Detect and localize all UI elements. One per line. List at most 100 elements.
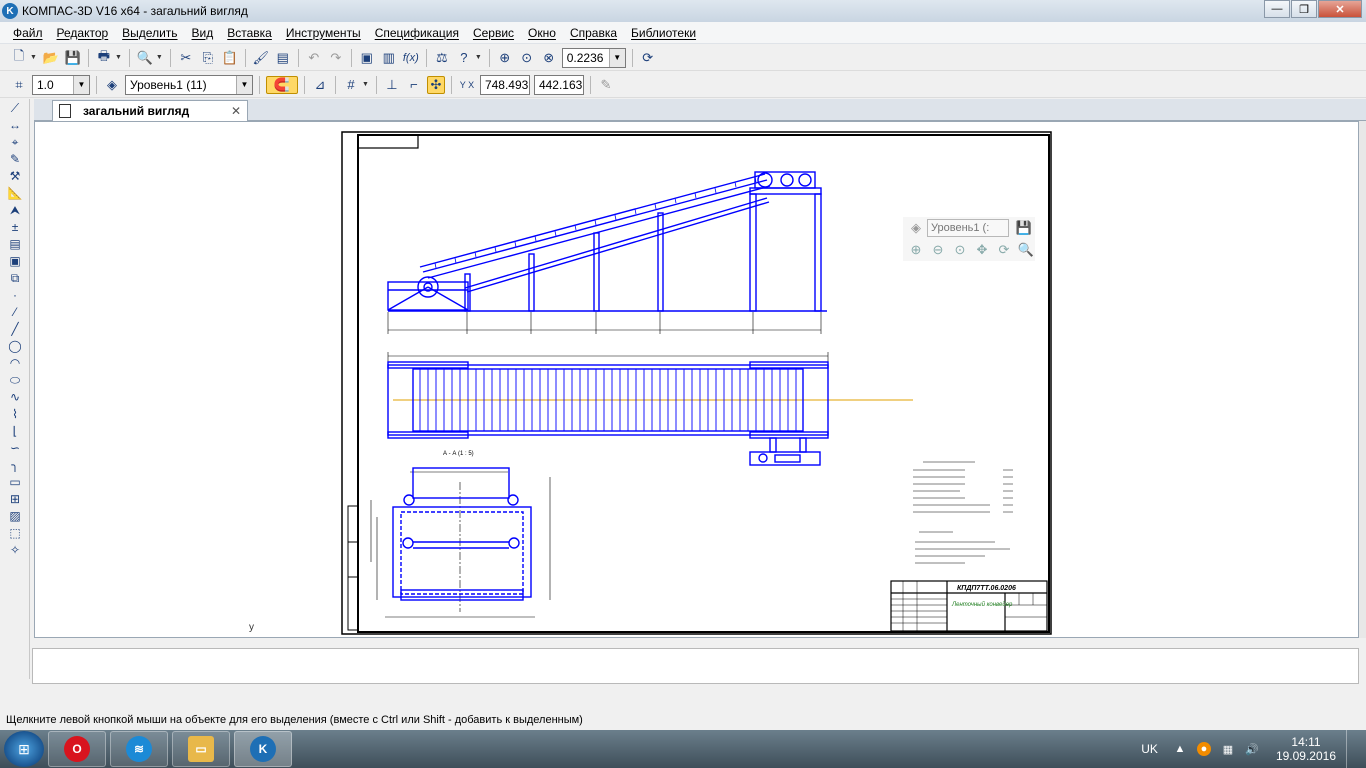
antivirus-icon[interactable]: ●	[1196, 742, 1211, 756]
grid-icon[interactable]: #	[342, 76, 360, 94]
library-icon[interactable]: ▥	[380, 49, 398, 67]
volume-icon[interactable]: 🔊	[1245, 742, 1259, 756]
local-cs-icon[interactable]: ⊿	[311, 76, 329, 94]
refresh-view-icon[interactable]: ⟳	[639, 49, 657, 67]
menu-select[interactable]: Выделить	[115, 22, 184, 44]
associative-views-icon[interactable]: ▣	[4, 253, 26, 269]
tab-document[interactable]: загальний вигляд ✕	[52, 100, 248, 121]
fillet-icon[interactable]: ╮	[4, 457, 26, 473]
step-cursor-icon[interactable]: ⌐	[405, 76, 423, 94]
menu-help[interactable]: Справка	[563, 22, 624, 44]
menu-tools[interactable]: Инструменты	[279, 22, 368, 44]
chevron-down-icon[interactable]: ▼	[236, 75, 252, 94]
chevron-down-icon[interactable]: ▼	[30, 54, 37, 61]
zoom-in-icon[interactable]: ⊕	[907, 241, 925, 259]
menu-window[interactable]: Окно	[521, 22, 563, 44]
measure-icon[interactable]: ⚖	[433, 49, 451, 67]
measure-panel-icon[interactable]: 📐	[4, 185, 26, 201]
arc-icon[interactable]: ◠	[4, 355, 26, 371]
line-scale-select[interactable]: 1.0 ▼	[32, 74, 90, 95]
parametrization-icon[interactable]: ⚒	[4, 168, 26, 184]
segment-icon[interactable]: ╱	[4, 321, 26, 337]
zoom-input[interactable]: 0.2236 ▼	[561, 47, 626, 68]
rectangle-icon[interactable]: ▭	[4, 474, 26, 490]
dimensions-icon[interactable]: ↔	[4, 117, 26, 133]
close-tab-icon[interactable]: ✕	[231, 104, 241, 118]
geometry-icon[interactable]: ⟋	[4, 100, 26, 116]
select-icon[interactable]: ⮝	[4, 202, 26, 218]
format-painter-icon[interactable]: 🖌	[252, 49, 270, 67]
fragments-icon[interactable]: ⧉	[4, 270, 26, 286]
chevron-down-icon[interactable]: ▼	[362, 81, 369, 88]
layer-select[interactable]: Уровень1 (11) ▼	[125, 74, 253, 95]
refresh-view-icon[interactable]: ⟳	[995, 241, 1013, 259]
floating-layer-select[interactable]: Уровень1 (:	[927, 219, 1009, 237]
open-folder-icon[interactable]: 📂	[42, 49, 60, 67]
magnet-snap-icon[interactable]: 🧲	[266, 75, 298, 94]
layers-icon[interactable]: ◈	[103, 76, 121, 94]
undo-icon[interactable]: ↶	[305, 49, 323, 67]
auxiliary-line-icon[interactable]: ⁄	[4, 304, 26, 320]
menu-specification[interactable]: Спецификация	[368, 22, 466, 44]
zoom-fit-icon[interactable]: ⊙	[951, 241, 969, 259]
ellipse-icon[interactable]: ⬭	[4, 372, 26, 388]
reports-icon[interactable]: ▤	[4, 236, 26, 252]
properties-icon[interactable]: ▤	[274, 49, 292, 67]
minimize-button[interactable]: —	[1264, 0, 1290, 18]
save-icon[interactable]: 💾	[1015, 219, 1033, 237]
zoom-window-icon[interactable]: ⊕	[496, 49, 514, 67]
close-button[interactable]: ✕	[1318, 0, 1362, 18]
layers-icon[interactable]: ◈	[907, 219, 925, 237]
windows-start-button[interactable]: ⊞	[4, 731, 44, 767]
zoom-out-icon[interactable]: ⊖	[929, 241, 947, 259]
chevron-down-icon[interactable]: ▼	[115, 54, 122, 61]
coord-x-field[interactable]: 748.493	[479, 74, 530, 95]
polyline-icon[interactable]: ⌇	[4, 406, 26, 422]
ortho-icon[interactable]: ⊥	[383, 76, 401, 94]
taskbar-explorer[interactable]: ▭	[172, 731, 230, 767]
snap-settings-icon[interactable]: ⌗	[10, 76, 28, 94]
help-pointer-icon[interactable]: ?	[455, 49, 473, 67]
taskbar-wifi-app[interactable]: ≋	[110, 731, 168, 767]
chevron-down-icon[interactable]: ▼	[73, 75, 89, 94]
drawing-canvas[interactable]: А - А (1 : 5) КПДП7ТТ.06.0206 Ленточный …	[34, 121, 1359, 638]
menu-insert[interactable]: Вставка	[220, 22, 279, 44]
outline-icon[interactable]: ⬚	[4, 525, 26, 541]
chevron-down-icon[interactable]: ▼	[156, 54, 163, 61]
chevron-down-icon[interactable]: ▼	[475, 54, 482, 61]
pan-icon[interactable]: ✥	[973, 241, 991, 259]
point-icon[interactable]: ·	[4, 287, 26, 303]
chevron-up-icon[interactable]: ▲	[1173, 742, 1187, 756]
network-icon[interactable]: ▦	[1221, 742, 1235, 756]
taskbar-kompas[interactable]: K	[234, 731, 292, 767]
redo-icon[interactable]: ↷	[327, 49, 345, 67]
chamfer-icon[interactable]: ⌊	[4, 423, 26, 439]
menu-editor[interactable]: Редактор	[50, 22, 116, 44]
property-panel[interactable]	[32, 648, 1359, 684]
equidistant-icon[interactable]: ⊞	[4, 491, 26, 507]
zoom-all-icon[interactable]: ⊙	[518, 49, 536, 67]
variables-icon[interactable]: f(x)	[402, 49, 420, 67]
taskbar-opera[interactable]: O	[48, 731, 106, 767]
print-icon[interactable]: 🖶	[95, 48, 113, 67]
menu-file[interactable]: Файл	[6, 22, 50, 44]
manager-icon[interactable]: ▣	[358, 49, 376, 67]
dynamic-snap-icon[interactable]: ✣	[426, 75, 445, 94]
show-desktop-button[interactable]	[1346, 730, 1356, 768]
spline-icon[interactable]: ∿	[4, 389, 26, 405]
drawing-sheet[interactable]: А - А (1 : 5) КПДП7ТТ.06.0206 Ленточный …	[35, 122, 1360, 639]
cut-icon[interactable]: ✂	[177, 49, 195, 67]
hatch-icon[interactable]: ▨	[4, 508, 26, 524]
edit-icon[interactable]: ✎	[4, 151, 26, 167]
save-icon[interactable]: 💾	[64, 49, 82, 67]
zoom-scale-icon[interactable]: ⊗	[540, 49, 558, 67]
preview-icon[interactable]: 🔍	[136, 49, 154, 67]
designations-icon[interactable]: ⌖	[4, 134, 26, 150]
maximize-button[interactable]: ❐	[1291, 0, 1317, 18]
language-indicator[interactable]: UK	[1141, 742, 1158, 756]
menu-view[interactable]: Вид	[185, 22, 221, 44]
paste-icon[interactable]: 📋	[221, 49, 239, 67]
curve-icon[interactable]: ∽	[4, 440, 26, 456]
chevron-down-icon[interactable]: ▼	[608, 48, 625, 67]
menu-libraries[interactable]: Библиотеки	[624, 22, 703, 44]
